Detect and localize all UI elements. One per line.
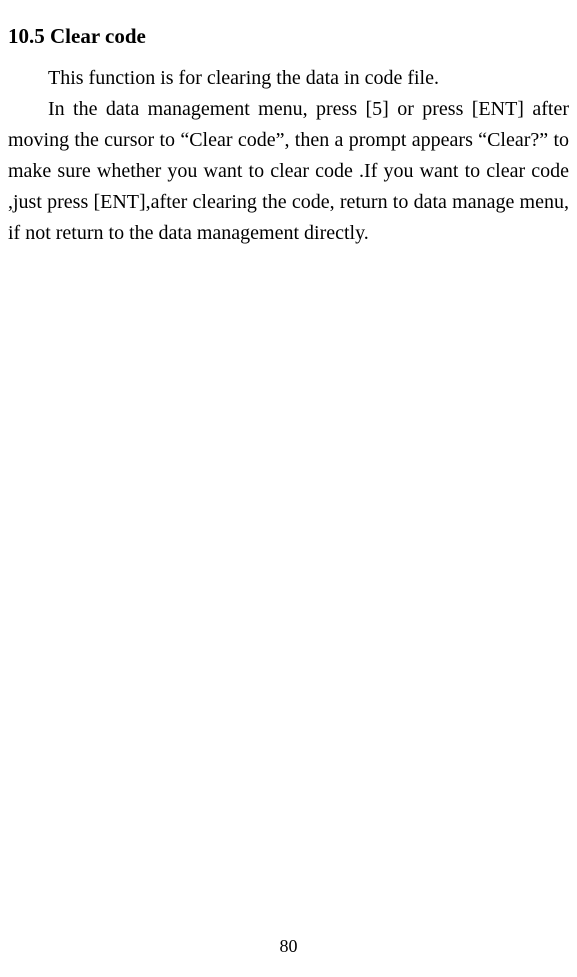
section-heading: 10.5 Clear code bbox=[8, 20, 569, 49]
document-page: 10.5 Clear code This function is for cle… bbox=[0, 0, 577, 977]
page-number: 80 bbox=[0, 936, 577, 957]
paragraph-1: This function is for clearing the data i… bbox=[8, 63, 569, 94]
paragraph-2: In the data management menu, press [5] o… bbox=[8, 94, 569, 249]
body-text: This function is for clearing the data i… bbox=[8, 63, 569, 249]
